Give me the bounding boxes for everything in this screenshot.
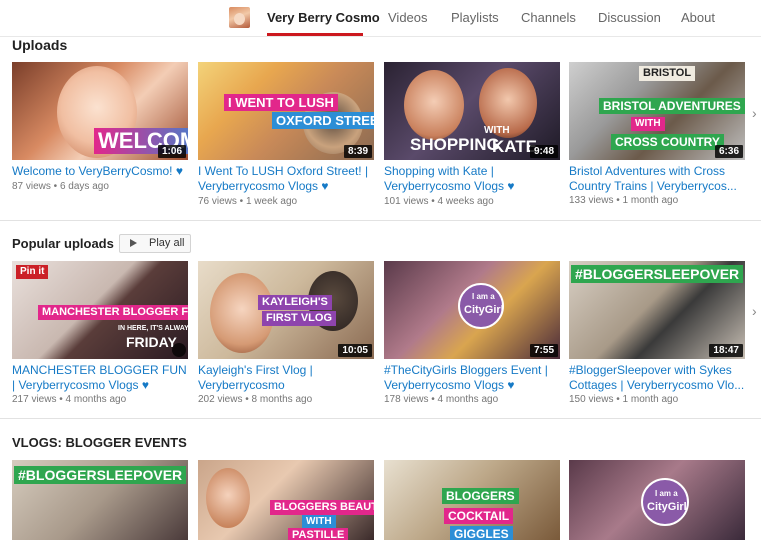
video-views: 76 views — [198, 196, 237, 207]
video-views: 202 views — [198, 394, 243, 405]
video-views: 133 views — [569, 195, 614, 206]
thumbnail-overlay-text: COCKTAIL — [444, 508, 514, 524]
video-meta: 217 views • 4 months ago — [12, 394, 127, 405]
thumbnail-overlay-text: BLOGGERS BEAUTY — [270, 500, 374, 515]
video-views: 87 views — [12, 181, 51, 192]
channel-nav: Very Berry Cosmo Videos Playlists Channe… — [0, 0, 761, 37]
video-thumbnail[interactable]: WELCOME 1:06 — [12, 62, 188, 160]
video-title-link[interactable]: MANCHESTER BLOGGER FUN | Veryberrycosmo … — [12, 363, 190, 393]
section-title-uploads[interactable]: Uploads — [12, 37, 67, 53]
video-age: 4 months ago — [437, 394, 499, 405]
video-meta: 101 views • 4 weeks ago — [384, 196, 494, 207]
video-thumbnail[interactable]: BLOGGERS COCKTAIL GIGGLES — [384, 460, 560, 540]
thumbnail-overlay-text: KAYLEIGH'S — [258, 295, 332, 310]
channel-avatar[interactable] — [229, 7, 250, 28]
thumbnail-overlay-text: MANCHESTER BLOGGER FUN — [38, 305, 188, 320]
thumbnail-photo — [206, 468, 250, 528]
video-meta: 178 views • 4 months ago — [384, 394, 499, 405]
video-duration: 1:06 — [157, 145, 186, 158]
pinterest-icon[interactable]: Pin it — [16, 265, 49, 279]
video-age: 1 week ago — [245, 196, 298, 207]
thumbnail-overlay-text: FIRST VLOG — [262, 311, 336, 326]
tab-about[interactable]: About — [681, 10, 715, 25]
video-title-link[interactable]: I Went To LUSH Oxford Street! | Veryberr… — [198, 164, 376, 194]
video-thumbnail[interactable]: #BLOGGERSLEEPOVER 18:47 — [569, 261, 745, 359]
video-thumbnail[interactable]: SHOPPING WITH KATE 9:48 — [384, 62, 560, 160]
video-title-link[interactable]: Welcome to VeryBerryCosmo! ♥ — [12, 164, 190, 179]
video-age: 4 months ago — [65, 394, 127, 405]
play-all-button[interactable]: Play all — [119, 234, 191, 253]
thumbnail-overlay-text: #BLOGGERSLEEPOVER — [14, 466, 187, 484]
thumbnail-overlay-text: CityGirl — [464, 304, 504, 316]
tab-playlists[interactable]: Playlists — [451, 10, 499, 25]
video-age: 1 month ago — [622, 394, 679, 405]
video-meta: 76 views • 1 week ago — [198, 196, 298, 207]
video-views: 101 views — [384, 196, 429, 207]
video-views: 217 views — [12, 394, 57, 405]
video-thumbnail[interactable]: I am a CityGirl 7:55 — [384, 261, 560, 359]
thumbnail-overlay-text: CityGirl — [647, 501, 687, 513]
chevron-right-icon[interactable]: › — [752, 104, 761, 122]
video-title-link[interactable]: #BloggerSleepover with Sykes Cottages | … — [569, 363, 755, 393]
video-title-link[interactable]: Bristol Adventures with Cross Country Tr… — [569, 164, 755, 194]
play-icon — [130, 239, 137, 247]
thumbnail-overlay-text: OXFORD STREET! — [272, 112, 374, 129]
thumbnail-overlay-text: WITH — [631, 117, 665, 131]
thumbnail-overlay-text: I am a — [655, 489, 678, 498]
thumbnail-overlay-text: GIGGLES — [450, 526, 513, 540]
video-meta: 87 views • 6 days ago — [12, 181, 109, 192]
video-thumbnail[interactable]: BLOGGERS BEAUTY WITH PASTILLE — [198, 460, 374, 540]
thumbnail-photo — [404, 70, 464, 140]
video-views: 178 views — [384, 394, 429, 405]
section-title-popular[interactable]: Popular uploads — [12, 236, 114, 251]
video-age: 8 months ago — [251, 394, 313, 405]
video-meta: 133 views • 1 month ago — [569, 195, 679, 206]
video-duration: 10:05 — [338, 344, 372, 357]
thumbnail-overlay-text: I WENT TO LUSH — [224, 94, 338, 111]
video-duration: 8:39 — [343, 145, 372, 158]
watch-later-icon[interactable] — [172, 343, 186, 357]
video-meta: 150 views • 1 month ago — [569, 394, 679, 405]
thumbnail-overlay-text: BLOGGERS — [442, 488, 519, 504]
video-thumbnail[interactable]: BRISTOL BRISTOL ADVENTURES WITH CROSS CO… — [569, 62, 745, 160]
video-duration: 7:55 — [529, 344, 558, 357]
video-thumbnail[interactable]: I WENT TO LUSH OXFORD STREET! 8:39 — [198, 62, 374, 160]
thumbnail-overlay-text: BRISTOL — [639, 66, 696, 81]
thumbnail-overlay-text: PASTILLE — [288, 528, 349, 540]
video-thumbnail[interactable]: #BLOGGERSLEEPOVER — [12, 460, 188, 540]
thumbnail-overlay-text: I am a — [472, 292, 495, 301]
video-title-link[interactable]: Kayleigh's First Vlog | Veryberrycosmo — [198, 363, 376, 393]
active-tab-underline — [267, 33, 363, 36]
section-divider — [0, 418, 761, 419]
video-duration: 18:47 — [709, 344, 743, 357]
video-age: 1 month ago — [622, 195, 679, 206]
section-divider — [0, 220, 761, 221]
chevron-right-icon[interactable]: › — [752, 302, 761, 320]
video-duration: 6:36 — [714, 145, 743, 158]
thumbnail-overlay-text: #BLOGGERSLEEPOVER — [571, 265, 744, 283]
thumbnail-overlay-text: CROSS COUNTRY — [611, 134, 724, 150]
video-title-link[interactable]: #TheCityGirls Bloggers Event | Veryberry… — [384, 363, 562, 393]
thumbnail-overlay-text: BRISTOL ADVENTURES — [599, 98, 745, 114]
video-title-link[interactable]: Shopping with Kate | Veryberrycosmo Vlog… — [384, 164, 562, 194]
play-all-label: Play all — [149, 237, 185, 249]
thumbnail-overlay-text: WITH — [302, 515, 336, 529]
channel-name-tab[interactable]: Very Berry Cosmo — [267, 10, 380, 25]
video-thumbnail[interactable]: I am a CityGirl — [569, 460, 745, 540]
video-age: 6 days ago — [59, 181, 109, 192]
video-views: 150 views — [569, 394, 614, 405]
tab-channels[interactable]: Channels — [521, 10, 576, 25]
tab-discussion[interactable]: Discussion — [598, 10, 661, 25]
video-thumbnail[interactable]: KAYLEIGH'S FIRST VLOG 10:05 — [198, 261, 374, 359]
tab-videos[interactable]: Videos — [388, 10, 428, 25]
video-duration: 9:48 — [529, 145, 558, 158]
section-title-vlogs[interactable]: VLOGS: BLOGGER EVENTS — [12, 435, 187, 450]
video-age: 4 weeks ago — [437, 196, 494, 207]
video-meta: 202 views • 8 months ago — [198, 394, 313, 405]
video-thumbnail[interactable]: Pin it MANCHESTER BLOGGER FUN IN HERE, I… — [12, 261, 188, 359]
